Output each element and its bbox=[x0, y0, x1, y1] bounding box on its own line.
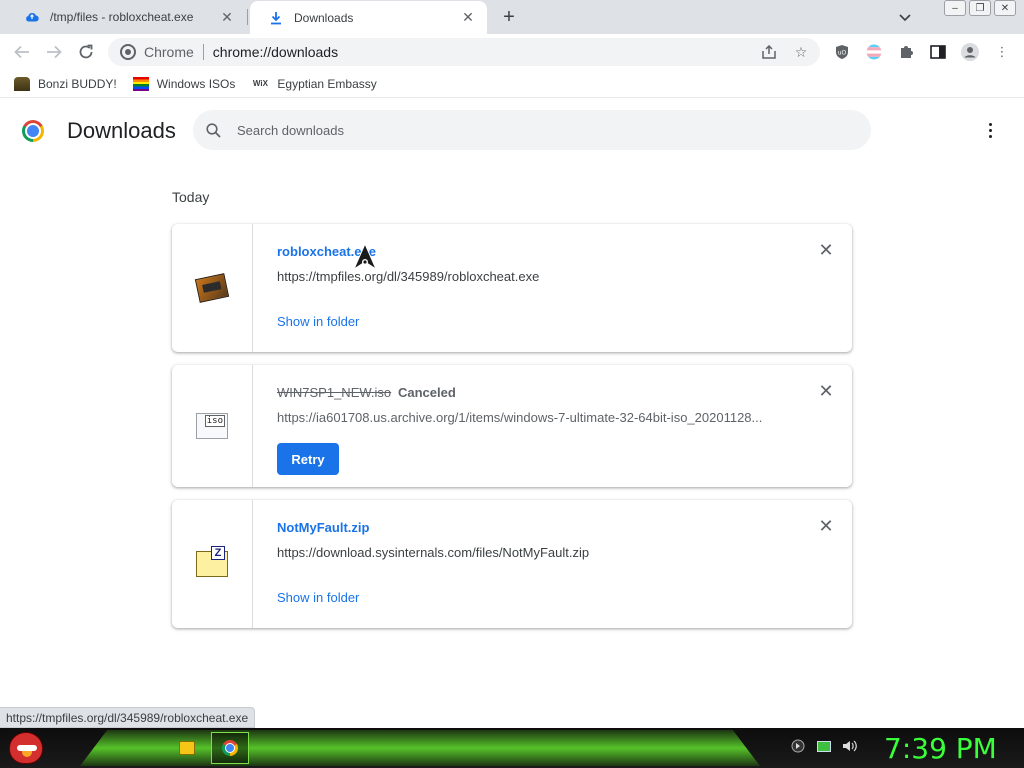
exe-file-icon bbox=[194, 273, 230, 303]
tab-title: Downloads bbox=[294, 10, 354, 25]
file-icon-column bbox=[172, 224, 253, 352]
chrome-icon bbox=[120, 44, 136, 60]
taskbar-file-explorer[interactable] bbox=[168, 732, 206, 764]
download-item: Z NotMyFault.zip https://download.sysint… bbox=[172, 500, 852, 628]
new-tab-button[interactable]: + bbox=[498, 6, 520, 28]
tab-strip: /tmp/files - robloxcheat.exe ✕ Downloads… bbox=[0, 0, 1024, 34]
file-url[interactable]: https://ia601708.us.archive.org/1/items/… bbox=[277, 410, 777, 425]
bookmark-label: Egyptian Embassy bbox=[277, 76, 377, 91]
rainbow-flag-icon bbox=[132, 76, 149, 91]
downloads-header: Downloads bbox=[0, 98, 1024, 162]
show-in-folder-link[interactable]: Show in folder bbox=[277, 314, 359, 329]
show-in-folder-link[interactable]: Show in folder bbox=[277, 590, 359, 605]
file-name-link[interactable]: NotMyFault.zip bbox=[277, 520, 369, 535]
trans-flag-icon[interactable] bbox=[865, 43, 883, 61]
file-url[interactable]: https://download.sysinternals.com/files/… bbox=[277, 545, 777, 560]
bookmark-bonzi[interactable]: Bonzi BUDDY! bbox=[14, 76, 117, 91]
chrome-logo-icon bbox=[22, 120, 44, 142]
address-bar[interactable]: Chrome chrome://downloads ☆ bbox=[108, 38, 820, 66]
download-item: robloxcheat.exe https://tmpfiles.org/dl/… bbox=[172, 224, 852, 352]
tab-title: /tmp/files - robloxcheat.exe bbox=[50, 10, 194, 24]
share-icon[interactable] bbox=[760, 43, 778, 61]
mouse-cursor-icon bbox=[352, 242, 380, 271]
tray-app-icon[interactable] bbox=[790, 738, 806, 754]
bookmark-egyptian-embassy[interactable]: WiX Egyptian Embassy bbox=[251, 76, 377, 91]
search-input[interactable] bbox=[237, 122, 837, 138]
wix-icon: WiX bbox=[252, 79, 268, 88]
iso-file-icon: iso bbox=[196, 413, 228, 439]
taskbar-clock[interactable]: 7:39 PM bbox=[884, 732, 997, 765]
file-url[interactable]: https://tmpfiles.org/dl/345989/robloxche… bbox=[277, 269, 777, 284]
download-icon bbox=[268, 10, 284, 26]
remove-icon[interactable]: ✕ bbox=[818, 382, 834, 400]
bookmark-star-icon[interactable]: ☆ bbox=[792, 43, 810, 61]
status-badge: Canceled bbox=[398, 385, 456, 400]
taskbar-chrome[interactable] bbox=[211, 732, 249, 764]
folder-icon bbox=[179, 741, 195, 755]
bookmark-windows-isos[interactable]: Windows ISOs bbox=[132, 76, 236, 91]
chevron-down-icon[interactable] bbox=[896, 9, 914, 27]
taskbar: 7:39 PM bbox=[0, 728, 1024, 768]
bookmarks-bar: Bonzi BUDDY! Windows ISOs WiX Egyptian E… bbox=[0, 70, 1024, 98]
bookmark-label: Windows ISOs bbox=[156, 76, 236, 91]
kebab-menu-icon[interactable]: ⋮ bbox=[993, 43, 1011, 61]
remove-icon[interactable]: ✕ bbox=[818, 241, 834, 259]
page-title: Downloads bbox=[67, 118, 176, 143]
retry-button[interactable]: Retry bbox=[277, 443, 339, 475]
svg-text:uO: uO bbox=[838, 50, 847, 57]
section-date: Today bbox=[172, 189, 210, 205]
chrome-icon bbox=[222, 740, 238, 756]
zip-file-icon: Z bbox=[196, 546, 228, 577]
cloud-upload-icon bbox=[24, 9, 40, 25]
search-downloads-box[interactable] bbox=[193, 110, 871, 150]
start-button[interactable] bbox=[4, 728, 48, 768]
file-icon-column: Z bbox=[172, 500, 253, 628]
network-icon[interactable] bbox=[816, 738, 832, 754]
system-tray bbox=[790, 738, 858, 754]
close-icon[interactable]: ✕ bbox=[459, 9, 477, 27]
search-icon bbox=[205, 122, 221, 138]
remove-icon[interactable]: ✕ bbox=[818, 517, 834, 535]
minimize-button[interactable]: – bbox=[944, 0, 966, 16]
omnibox-url: chrome://downloads bbox=[212, 44, 339, 60]
profile-avatar-icon[interactable] bbox=[961, 43, 979, 61]
maximize-button[interactable]: ❐ bbox=[969, 0, 991, 16]
more-actions-icon[interactable] bbox=[980, 120, 1000, 140]
omnibox-divider bbox=[202, 44, 204, 60]
forward-button[interactable] bbox=[43, 41, 65, 63]
download-item: iso WIN7SP1_NEW.iso Canceled https://ia6… bbox=[172, 365, 852, 487]
link-status-bubble: https://tmpfiles.org/dl/345989/robloxche… bbox=[0, 707, 256, 728]
reload-button[interactable] bbox=[75, 41, 97, 63]
browser-toolbar: Chrome chrome://downloads ☆ uO ⋮ bbox=[0, 34, 1024, 70]
tab-separator bbox=[247, 9, 248, 25]
tab-downloads[interactable]: Downloads ✕ bbox=[250, 1, 487, 34]
bonzi-icon bbox=[14, 76, 30, 91]
tab-tmpfiles[interactable]: /tmp/files - robloxcheat.exe ✕ bbox=[6, 0, 246, 34]
back-button[interactable] bbox=[11, 41, 33, 63]
file-name-link[interactable]: WIN7SP1_NEW.iso bbox=[277, 385, 391, 400]
angry-bird-icon bbox=[9, 732, 43, 764]
omnibox-chip: Chrome bbox=[144, 44, 194, 60]
side-panel-icon[interactable] bbox=[929, 43, 947, 61]
close-icon[interactable]: ✕ bbox=[218, 8, 236, 26]
extensions-puzzle-icon[interactable] bbox=[897, 43, 915, 61]
ublock-icon[interactable]: uO bbox=[833, 43, 851, 61]
window-controls: – ❐ ✕ bbox=[941, 0, 1016, 16]
bookmark-label: Bonzi BUDDY! bbox=[38, 76, 117, 91]
volume-icon[interactable] bbox=[842, 738, 858, 754]
file-icon-column: iso bbox=[172, 365, 253, 487]
close-window-button[interactable]: ✕ bbox=[994, 0, 1016, 16]
